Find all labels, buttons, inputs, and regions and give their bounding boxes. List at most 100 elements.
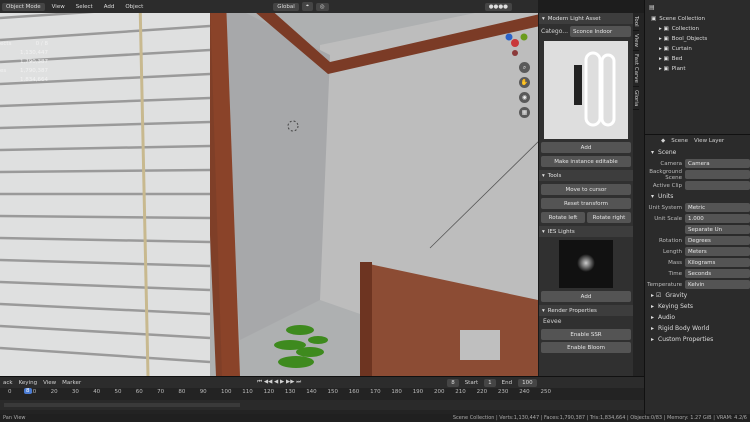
menu-playback[interactable]: ack [3,380,13,386]
section-units[interactable]: ▾ Units [645,191,750,202]
menu-keying[interactable]: Keying [19,380,37,386]
ruler-tick: 100 [221,389,232,395]
ruler-tick: 110 [242,389,253,395]
ruler-tick: 170 [370,389,381,395]
ruler-tick: 220 [476,389,488,395]
section-rigid-body[interactable]: ▸ Rigid Body World [645,323,750,334]
menu-select[interactable]: Select [72,3,97,11]
ruler-tick: 80 [178,389,186,395]
asset-preview[interactable] [544,41,628,139]
prop-row: Camera Camera [645,158,750,169]
ruler-tick: 140 [306,389,317,395]
prop-row: Temperature Kelvin [645,279,750,290]
current-frame-field[interactable]: 8 [447,378,459,387]
outliner-item[interactable]: ▸ ▣ Collection [645,24,750,34]
ruler-tick: 210 [455,389,466,395]
tab-view[interactable]: View [633,31,639,51]
rotate-right-button[interactable]: Rotate right [587,212,631,223]
ruler-tick: 120 [263,389,275,395]
menu-object[interactable]: Object [121,3,147,11]
rotate-left-button[interactable]: Rotate left [541,212,585,223]
make-editable-button[interactable]: Make instance editable [541,156,631,167]
prop-row: Unit System Metric [645,202,750,213]
outliner-item[interactable]: ▸ ▣ Curtain [645,44,750,54]
viewport-header: Object Mode View Select Add Object Globa… [0,0,538,13]
ruler-tick: 90 [199,389,207,395]
scrollbar[interactable] [4,403,240,407]
enable-bloom-button[interactable]: Enable Bloom [541,342,631,353]
prop-row: Separate Un [645,224,750,235]
outliner-item[interactable]: ▸ ▣ Plant [645,64,750,74]
properties-header: ◆ Scene View Layer [645,134,750,147]
section-gravity[interactable]: ▸ ☑ Gravity [645,290,750,301]
scene-render [0,0,538,376]
sidebar-panel: ▾ Modern Light Asset Catego... Sconce In… [538,13,633,376]
render-engine: Eevee [543,318,562,325]
timeline-header: ack Keying View Marker ⏮ ◀◀ ◀ ▶ ▶▶ ⏭ 8 S… [0,377,644,388]
frame-ruler[interactable]: 0 10 20 30 40 50 60 70 80 90 100 110 120 130 140 150 160… [0,388,644,398]
section-keying-sets[interactable]: ▸ Keying Sets [645,301,750,312]
orientation-select[interactable]: Global [273,2,299,11]
ruler-tick: 70 [157,389,165,395]
status-bar: Pan View Scene Collection | Verts:1,130,… [0,414,750,422]
ruler-tick: 190 [412,389,424,395]
ruler-tick: 60 [135,389,143,395]
prop-row: Time Seconds [645,268,750,279]
panel-header-render[interactable]: ▾ Render Properties [539,305,633,316]
zoom-icon[interactable]: ⌕ [519,62,530,73]
panel-header-tools[interactable]: ▾ Tools [539,170,633,181]
scene-icon: ◆ [661,138,666,144]
mode-select[interactable]: Object Mode [2,2,45,11]
enable-ssr-button[interactable]: Enable SSR [541,329,631,340]
menu-add[interactable]: Add [100,3,119,11]
playback-controls[interactable]: ⏮ ◀◀ ◀ ▶ ▶▶ ⏭ [257,379,301,386]
camera-icon[interactable]: ◉ [519,92,530,103]
pan-hand-icon[interactable]: ✋ [519,77,530,88]
outliner-header: ▤ [649,3,655,11]
menu-marker[interactable]: Marker [62,380,81,386]
ruler-tick: 180 [391,389,402,395]
sidebar-tabs: Tool View Fast Carve Gloria [633,13,644,376]
start-frame-field[interactable]: 1 [484,378,496,387]
prop-row: Rotation Degrees [645,235,750,246]
tab-gloria[interactable]: Gloria [633,87,639,110]
menu-view[interactable]: View [43,380,56,386]
playhead[interactable]: 8 [24,388,32,394]
menu-view[interactable]: View [48,3,69,11]
grid-icon[interactable]: ▦ [519,107,530,118]
outliner-item[interactable]: ▸ ▣ Bool_Objects [645,34,750,44]
navigation-gizmo[interactable] [500,28,530,58]
section-audio[interactable]: ▸ Audio [645,312,750,323]
shading-icon[interactable]: ●●●● [484,2,512,11]
ruler-tick: 40 [93,389,101,395]
panel-header-ies[interactable]: ▾ IES Lights [539,226,633,237]
tab-tool[interactable]: Tool [633,13,639,31]
panel-header-asset[interactable]: ▾ Modern Light Asset [539,13,633,24]
outliner-item[interactable]: ▸ ▣ Bed [645,54,750,64]
ies-preview[interactable] [559,240,613,288]
ruler-tick: 150 [327,389,339,395]
ruler-tick: 30 [71,389,79,395]
proportional-icon[interactable]: ◎ [315,2,329,11]
3d-viewport[interactable]: ects 0 / 8 1,130,447 1,790,387 es 1,790,38… [0,0,538,376]
ruler-tick: 230 [497,389,509,395]
category-select[interactable]: Sconce Indoor [570,26,631,37]
section-scene[interactable]: ▾ Scene [645,147,750,158]
snap-icon[interactable]: ⌖ [301,2,313,11]
ruler-tick: 50 [114,389,122,395]
section-custom-props[interactable]: ▸ Custom Properties [645,334,750,345]
reset-transform-button[interactable]: Reset transform [541,198,631,209]
end-frame-field[interactable]: 100 [518,378,537,387]
nav-controls: ⌕ ✋ ◉ ▦ [519,62,530,118]
ies-add-button[interactable]: Add [541,291,631,302]
ruler-tick: 200 [434,389,445,395]
add-button[interactable]: Add [541,142,631,153]
ruler-tick: 20 [50,389,58,395]
tab-fast-carve[interactable]: Fast Carve [633,51,639,87]
prop-row: Unit Scale 1.000 [645,213,750,224]
timeline-track[interactable] [0,400,644,410]
ruler-tick: 0 [8,389,12,395]
move-to-cursor-button[interactable]: Move to cursor [541,184,631,195]
prop-row: Length Meters [645,246,750,257]
outliner-scene-collection[interactable]: ▣ Scene Collection [645,14,750,24]
